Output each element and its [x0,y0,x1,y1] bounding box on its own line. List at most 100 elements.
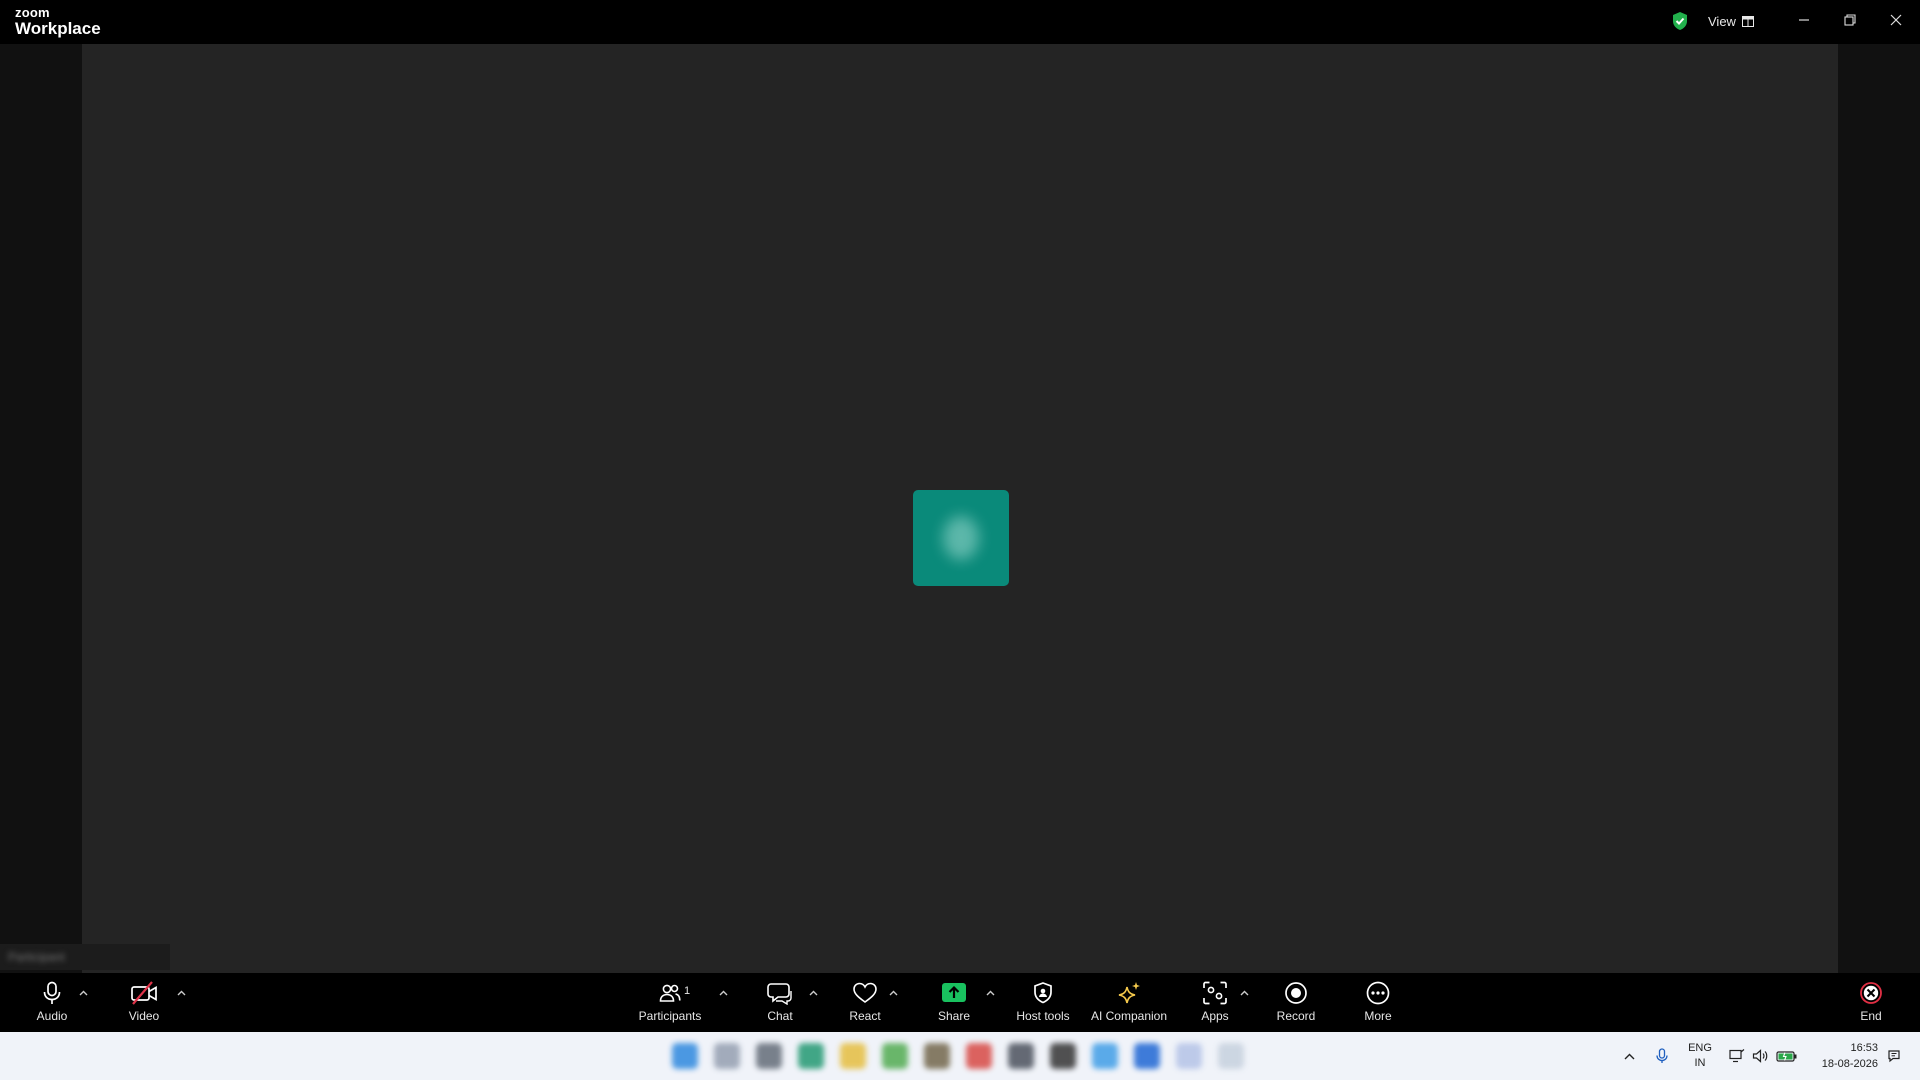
taskbar-app-icon[interactable] [1049,1043,1076,1069]
video-button[interactable]: Video [122,973,166,1032]
battery-charging-icon[interactable] [1775,1032,1799,1080]
taskbar-app-icon[interactable] [839,1043,866,1069]
chat-button[interactable]: Chat [758,973,802,1032]
end-icon [1860,982,1882,1004]
language-code: ENG [1688,1042,1712,1054]
notifications-icon[interactable] [1884,1032,1904,1080]
share-options-caret[interactable] [984,987,996,999]
taskbar-app-icon[interactable] [713,1043,740,1069]
participant-name-label: Participant [0,944,170,970]
share-screen-icon [942,983,966,1002]
participant-name: Participant [8,950,65,964]
video-off-icon [131,981,157,1005]
more-button[interactable]: More [1356,973,1400,1032]
taskbar-app-icon[interactable] [671,1043,698,1069]
share-label: Share [937,1009,971,1023]
chevron-up-icon [1624,1053,1634,1059]
record-icon [1285,982,1307,1004]
react-button[interactable]: React [843,973,887,1032]
taskbar-app-icon[interactable] [1091,1043,1118,1069]
chevron-up-icon [1240,990,1248,996]
minimize-icon [1799,19,1809,21]
video-label: Video [128,1009,160,1023]
participant-avatar [913,490,1009,586]
more-icon [1366,981,1390,1005]
taskbar-app-icon[interactable] [923,1043,950,1069]
chat-label: Chat [767,1009,793,1023]
sparkle-icon [1118,982,1140,1004]
host-tools-button[interactable]: Host tools [1012,973,1074,1032]
ai-companion-button[interactable]: AI Companion [1088,973,1170,1032]
taskbar-app-icon[interactable] [797,1043,824,1069]
close-window-button[interactable] [1873,0,1919,40]
taskbar-app-icon[interactable] [1217,1043,1244,1069]
taskbar-app-icon[interactable] [965,1043,992,1069]
region-code: IN [1694,1057,1706,1069]
restore-button[interactable] [1827,0,1873,40]
share-screen-button[interactable]: Share [932,973,976,1032]
taskbar-app-icon[interactable] [755,1043,782,1069]
video-area [82,44,1838,973]
system-clock[interactable]: 16:53 18-08-2026 [1822,1040,1878,1072]
end-meeting-button[interactable]: End [1849,973,1893,1032]
record-button[interactable]: Record [1272,973,1320,1032]
view-label: View [1708,13,1736,29]
taskbar-pinned-apps[interactable] [590,1034,1325,1078]
language-indicator[interactable]: ENG IN [1682,1032,1718,1080]
audio-label: Audio [36,1009,68,1023]
chevron-up-icon [177,990,185,996]
chevron-up-icon [809,990,817,996]
audio-options-caret[interactable] [77,987,89,999]
chevron-up-icon [79,990,87,996]
taskbar-app-icon[interactable] [881,1043,908,1069]
apps-options-caret[interactable] [1238,987,1250,999]
brand-small: zoom [15,5,50,20]
apps-label: Apps [1201,1009,1229,1023]
participants-options-caret[interactable] [717,987,729,999]
minimize-button[interactable] [1781,0,1827,40]
meeting-stage: Participant [0,44,1920,973]
more-label: More [1364,1009,1392,1023]
encryption-shield-icon[interactable] [1669,10,1691,32]
restore-icon [1844,14,1856,26]
participants-icon [659,984,681,1002]
chevron-up-icon [986,990,994,996]
chat-options-caret[interactable] [807,987,819,999]
apps-icon [1203,981,1227,1005]
video-options-caret[interactable] [175,987,187,999]
ai-companion-label: AI Companion [1090,1009,1168,1023]
volume-icon[interactable] [1750,1032,1770,1080]
heart-icon [853,982,877,1003]
microphone-in-use-icon[interactable] [1652,1032,1672,1080]
participants-count: 1 [684,985,691,997]
meeting-toolbar: Audio Video Participants 1 Chat React Sh… [0,973,1920,1032]
taskbar-app-icon[interactable] [1175,1043,1202,1069]
participants-label: Participants [638,1009,702,1023]
clock-date: 18-08-2026 [1821,1058,1878,1070]
grid-icon [1741,15,1754,27]
brand-large: Workplace [15,19,101,38]
windows-taskbar: ENG IN 16:53 18-08-2026 [0,1032,1920,1080]
clock-time: 16:53 [1850,1042,1878,1054]
avatar-initial [943,516,979,560]
chevron-up-icon [889,990,897,996]
host-tools-label: Host tools [1016,1009,1070,1023]
chevron-up-icon [719,990,727,996]
participants-button[interactable]: Participants [630,973,710,1032]
chat-icon [767,983,792,1005]
title-bar: zoom Workplace View [0,0,1920,44]
view-button[interactable]: View [1702,8,1760,34]
show-hidden-icons-button[interactable] [1618,1032,1640,1080]
network-icon[interactable] [1727,1032,1747,1080]
react-options-caret[interactable] [887,987,899,999]
record-label: Record [1276,1009,1316,1023]
microphone-icon [43,981,61,1004]
taskbar-app-icon[interactable] [1133,1043,1160,1069]
apps-button[interactable]: Apps [1193,973,1237,1032]
react-label: React [849,1009,881,1023]
taskbar-app-icon[interactable] [1007,1043,1034,1069]
host-tools-shield-icon [1034,982,1052,1004]
audio-button[interactable]: Audio [30,973,74,1032]
end-label: End [1860,1009,1882,1023]
close-icon [1890,14,1902,26]
